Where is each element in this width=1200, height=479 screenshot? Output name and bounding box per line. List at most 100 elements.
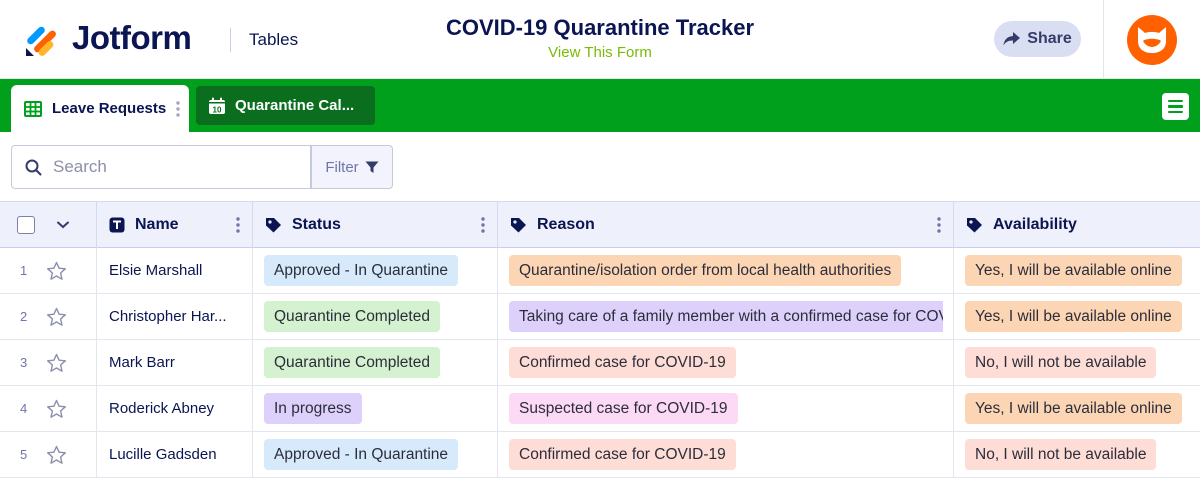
table-row[interactable]: 2 Christopher Har... Quarantine Complete… — [0, 294, 1200, 340]
column-options-icon[interactable] — [937, 217, 941, 233]
status-cell[interactable]: Approved - In Quarantine — [253, 248, 498, 293]
search-input[interactable] — [53, 157, 293, 177]
tab-label: Quarantine Cal... — [235, 97, 355, 114]
status-cell[interactable]: In progress — [253, 386, 498, 431]
tab-quarantine-calendar[interactable]: 10 Quarantine Cal... — [196, 86, 375, 125]
tag-icon — [967, 217, 982, 232]
row-select-cell: 4 — [0, 386, 97, 431]
reason-cell-gap — [943, 432, 954, 477]
reason-cell-gap — [943, 248, 954, 293]
column-label: Reason — [537, 216, 595, 233]
reason-cell-gap — [943, 386, 954, 431]
status-badge: Quarantine Completed — [264, 301, 440, 332]
avatar[interactable] — [1127, 15, 1177, 65]
jotform-logo-icon — [26, 26, 56, 56]
tab-leave-requests[interactable]: Leave Requests — [11, 85, 189, 132]
availability-badge: No, I will not be available — [965, 347, 1157, 378]
reason-cell[interactable]: Suspected case for COVID-19 — [498, 386, 943, 431]
reason-badge: Taking care of a family member with a co… — [509, 301, 943, 332]
column-label: Status — [292, 216, 341, 233]
section-label[interactable]: Tables — [249, 30, 298, 50]
star-icon[interactable] — [46, 399, 67, 419]
row-select-cell: 1 — [0, 248, 97, 293]
reason-cell-gap — [943, 294, 954, 339]
row-number: 5 — [20, 447, 28, 462]
column-options-icon[interactable] — [236, 217, 240, 233]
view-form-link[interactable]: View This Form — [400, 44, 800, 61]
menu-button[interactable] — [1162, 93, 1189, 120]
calendar-day-number: 10 — [213, 105, 222, 114]
table-row[interactable]: 1 Elsie Marshall Approved - In Quarantin… — [0, 248, 1200, 294]
status-badge: In progress — [264, 393, 362, 424]
filter-label: Filter — [325, 158, 359, 176]
name-cell[interactable]: Elsie Marshall — [97, 248, 253, 293]
hamburger-icon — [1168, 99, 1183, 103]
column-label: Name — [135, 216, 179, 233]
name-text: Roderick Abney — [109, 400, 215, 417]
availability-cell[interactable]: No, I will not be available — [954, 432, 1200, 477]
name-cell[interactable]: Christopher Har... — [97, 294, 253, 339]
reason-badge: Suspected case for COVID-19 — [509, 393, 738, 424]
row-select-cell: 3 — [0, 340, 97, 385]
availability-badge: Yes, I will be available online — [965, 301, 1182, 332]
column-label: Availability — [993, 216, 1077, 233]
reason-cell[interactable]: Confirmed case for COVID-19 — [498, 432, 943, 477]
cat-face-icon — [1138, 27, 1166, 53]
status-badge: Approved - In Quarantine — [264, 255, 459, 286]
text-type-icon — [109, 217, 125, 233]
column-options-icon[interactable] — [481, 217, 485, 233]
name-cell[interactable]: Mark Barr — [97, 340, 253, 385]
name-text: Elsie Marshall — [109, 262, 203, 279]
availability-badge: No, I will not be available — [965, 439, 1157, 470]
chevron-down-icon[interactable] — [57, 221, 69, 229]
column-header-name[interactable]: Name — [97, 202, 253, 248]
status-cell[interactable]: Approved - In Quarantine — [253, 432, 498, 477]
calendar-icon: 10 — [209, 97, 225, 114]
availability-cell[interactable]: Yes, I will be available online — [954, 294, 1200, 339]
name-text: Christopher Har... — [109, 308, 227, 325]
search-icon — [25, 159, 42, 175]
reason-cell[interactable]: Confirmed case for COVID-19 — [498, 340, 943, 385]
star-icon[interactable] — [46, 307, 67, 327]
page-title: COVID-19 Quarantine Tracker — [445, 15, 755, 40]
column-header-status[interactable]: Status — [253, 202, 498, 248]
column-header-reason[interactable]: Reason — [498, 202, 954, 248]
availability-cell[interactable]: No, I will not be available — [954, 340, 1200, 385]
row-number: 1 — [20, 263, 28, 278]
availability-badge: Yes, I will be available online — [965, 393, 1182, 424]
data-table: Name Status Reason Availability 1 Elsie … — [0, 201, 1200, 478]
table-grid-icon — [24, 100, 42, 117]
row-select-cell: 5 — [0, 432, 97, 477]
brand-name: Jotform — [72, 19, 192, 56]
table-body: 1 Elsie Marshall Approved - In Quarantin… — [0, 248, 1200, 478]
app-header: Jotform Tables COVID-19 Quarantine Track… — [0, 0, 1200, 79]
tab-label: Leave Requests — [52, 100, 167, 117]
status-cell[interactable]: Quarantine Completed — [253, 340, 498, 385]
star-icon[interactable] — [46, 261, 67, 281]
name-cell[interactable]: Lucille Gadsden — [97, 432, 253, 477]
star-icon[interactable] — [46, 353, 67, 373]
reason-cell[interactable]: Quarantine/isolation order from local he… — [498, 248, 943, 293]
name-text: Lucille Gadsden — [109, 446, 217, 463]
tab-options-icon[interactable] — [176, 101, 180, 117]
select-all-checkbox[interactable] — [17, 216, 35, 234]
share-button[interactable]: Share — [994, 21, 1081, 57]
reason-badge: Confirmed case for COVID-19 — [509, 347, 736, 378]
availability-cell[interactable]: Yes, I will be available online — [954, 248, 1200, 293]
share-label: Share — [1027, 30, 1072, 47]
divider — [230, 28, 231, 52]
reason-cell[interactable]: Taking care of a family member with a co… — [498, 294, 943, 339]
filter-button[interactable]: Filter — [311, 145, 393, 189]
status-badge: Quarantine Completed — [264, 347, 440, 378]
table-row[interactable]: 3 Mark Barr Quarantine Completed Confirm… — [0, 340, 1200, 386]
header-select-cell — [0, 202, 97, 248]
column-header-availability[interactable]: Availability — [954, 202, 1200, 248]
name-cell[interactable]: Roderick Abney — [97, 386, 253, 431]
divider — [1103, 0, 1104, 79]
table-row[interactable]: 5 Lucille Gadsden Approved - In Quaranti… — [0, 432, 1200, 478]
table-row[interactable]: 4 Roderick Abney In progress Suspected c… — [0, 386, 1200, 432]
status-cell[interactable]: Quarantine Completed — [253, 294, 498, 339]
row-select-cell: 2 — [0, 294, 97, 339]
availability-cell[interactable]: Yes, I will be available online — [954, 386, 1200, 431]
star-icon[interactable] — [46, 445, 67, 465]
